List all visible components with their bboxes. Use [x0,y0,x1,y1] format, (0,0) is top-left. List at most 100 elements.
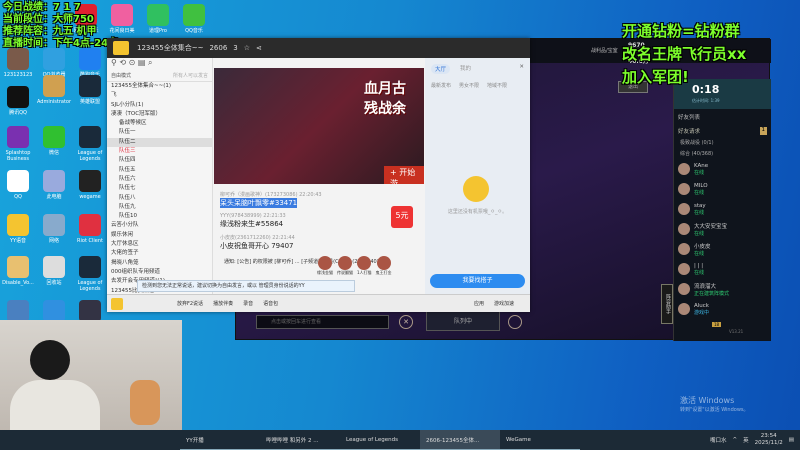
status-button[interactable]: 游戏加速 [494,300,514,307]
channel-tree-item[interactable]: 大厅休息区 [107,240,212,249]
friend-group[interactable]: 极致战役 (0/1) [674,137,771,148]
taskbar-app[interactable]: WeGame [500,430,580,450]
app-icon [79,170,101,192]
clock-date[interactable]: 2025/11/2 [755,440,783,447]
desktop-icon[interactable]: wegame [72,170,108,200]
friend-item[interactable]: 小皮皮 在线 [674,239,771,259]
chat-messages: 柳可乔（漫画歌神）(173273086) 22:20:43 呆头呆脑叶飘零#334… [220,186,420,251]
desktop-icon[interactable]: QQ音乐 [176,4,212,34]
red-packet[interactable]: 5元 [391,206,413,228]
channel-tree-item[interactable]: 娱乐休闲 [107,231,212,240]
friend-requests[interactable]: 好友请求 [678,127,700,135]
friend-group[interactable]: 综合 (40/368) [674,148,771,159]
share-icon[interactable]: ⋖ [256,44,262,52]
gift-item[interactable]: 传说翻猫 [337,256,353,276]
desktop-icon[interactable]: 英雄联盟 [72,75,108,105]
cancel-queue-icon[interactable]: ✕ [399,315,413,329]
close-icon[interactable]: ✕ [519,64,524,74]
channel-tree-item[interactable]: 队伍一 [107,128,212,137]
desktop-icon[interactable]: League of Legends [72,256,108,292]
chevron-up-icon[interactable]: ^ [732,437,737,443]
overlay-stats: 今日战绩：7 1 7 当前段位：大师750 推荐阵容：九五 机甲 直播时间：下午… [3,2,118,50]
desktop-icon[interactable]: 123123123 [0,48,36,78]
friend-item[interactable]: 流浪溜大 正在建筑阵模式 [674,279,771,299]
lineup-helper-button[interactable]: 阵容助手 [661,284,673,324]
app-icon [147,4,169,26]
toolbar-button[interactable]: 播放伴奏 [213,300,233,307]
queue-status-button[interactable]: 队列中 [426,311,500,331]
notification-icon[interactable]: ▤ [789,437,794,443]
find-partner-button[interactable]: 我要找搭子 [430,274,525,288]
tab-lobby[interactable]: 大厅 [431,64,451,74]
channel-tree-item[interactable]: 队伍九 [107,203,212,212]
gift-item[interactable]: 缘浅金猫 [317,256,333,276]
friend-item[interactable]: MILO 在线 [674,179,771,199]
channel-tree-item[interactable]: 队伍三 [107,147,212,156]
desktop-icon[interactable]: QQ浏览器 [36,48,72,78]
toolbar-button[interactable]: 放弃F2说话 [177,300,203,307]
status-button[interactable]: 应用 [474,300,484,307]
channel-tree-item[interactable]: SJL小分队(1) [107,101,212,110]
friend-item[interactable]: 大大安安宝宝 在线 [674,219,771,239]
taskbar-app[interactable]: YY开播 [180,430,260,450]
channel-tree-item[interactable]: 备战等候区 [107,119,212,128]
ime-indicator[interactable]: 英 [743,436,749,444]
desktop-icon[interactable]: 道理Pro [140,4,176,34]
desktop-icon[interactable]: 网络 [36,214,72,244]
star-icon[interactable]: ☆ [244,44,250,52]
banner-ad[interactable]: 血月古 残战余 + 开始游 [214,68,424,184]
channel-tree-item[interactable]: 凄凄（TOC冠军版） [107,110,212,119]
filter-gender[interactable]: 男女不限 [459,82,479,89]
friend-item[interactable]: stay 在线 [674,199,771,219]
friend-item[interactable]: | | | 在线 [674,259,771,279]
tab-mine[interactable]: 我的 [460,64,471,74]
message-text: 小皮祝鱼哥开心 79407 [220,242,294,250]
desktop-icon[interactable]: 回收站 [36,256,72,286]
channel-tree-item[interactable]: 队伍二 [107,137,212,148]
filter-latest[interactable]: 最新发布 [431,82,451,89]
desktop-icon[interactable]: 酷狗音乐 [72,48,108,78]
channel-tree-item[interactable]: 123455全体集合~~(1) [107,82,212,91]
channel-tree-item[interactable]: 队伍七 [107,184,212,193]
toolbar-button[interactable]: 语音包 [263,300,278,307]
channel-tree-item[interactable]: 队伍四 [107,156,212,165]
speak-mode[interactable]: 自由模式 [111,72,131,79]
chat-input[interactable]: 点击或按回车进行查看 [256,315,389,329]
clock-time[interactable]: 23:54 [755,433,783,440]
desktop-icon[interactable]: 微信 [36,126,72,156]
desktop-icon[interactable]: League of Legends [72,126,108,162]
desktop-icon[interactable]: Administrator [36,75,72,105]
desktop-icon[interactable]: Disable_Vo... [0,256,36,286]
desktop-icon[interactable]: QQ [0,170,36,200]
warning-banner[interactable]: 检测到您无法正常说话，建议切换为自由发言，或以 管理员身份说话的YY [137,280,355,292]
nav-loot[interactable]: 战利品/宝室 [591,47,618,54]
filter-region[interactable]: 地域不限 [487,82,507,89]
home-icon[interactable] [113,41,129,55]
channel-tree-item[interactable]: 云答小分队 [107,221,212,230]
desktop-icon[interactable]: 此电脑 [36,170,72,200]
gift-item[interactable]: 1人打猫 [357,256,372,276]
desktop-icon[interactable]: YY语音 [0,214,36,244]
channel-tree-item[interactable]: 队伍八 [107,194,212,203]
toolbar-button[interactable]: 录音 [243,300,253,307]
gift-item[interactable]: 鬼王打金 [376,256,392,276]
channel-tree-item[interactable]: 大佬的签子 [107,249,212,258]
taskbar-app[interactable]: League of Legends [340,430,420,450]
taskbar-app[interactable]: 2606-123455全体... [420,430,500,450]
channel-tree-item[interactable]: 飞 [107,91,212,100]
channel-tree-item[interactable]: 000组织队专用频道 [107,268,212,277]
channel-tree-item[interactable]: 队伍五 [107,166,212,175]
party-icon[interactable] [508,315,522,329]
channel-tree-item[interactable]: 揭晓八角笼 [107,259,212,268]
channel-tree-item[interactable]: 队伍六 [107,175,212,184]
desktop-icon[interactable]: 腾讯QQ [0,86,36,116]
channel-tree-item[interactable]: 队伍10 [107,212,212,221]
taskbar-app[interactable]: 哔哩哔哩 和另外 2 ... [260,430,340,450]
tray-item[interactable]: 嘴口水 [710,436,727,444]
overlay-line: 直播时间：下午4点-24点 [3,38,119,49]
desktop-icon[interactable]: Riot Client [72,214,108,244]
desktop-icon[interactable]: Splashtop Business [0,126,36,162]
friend-item[interactable]: KAne 在线 [674,159,771,179]
friend-item[interactable]: Aluck 游戏中 [674,299,771,319]
overlay-promo: 开通钻粉=钻粉群 改名王牌飞行员xx 加入军团! [622,20,746,89]
